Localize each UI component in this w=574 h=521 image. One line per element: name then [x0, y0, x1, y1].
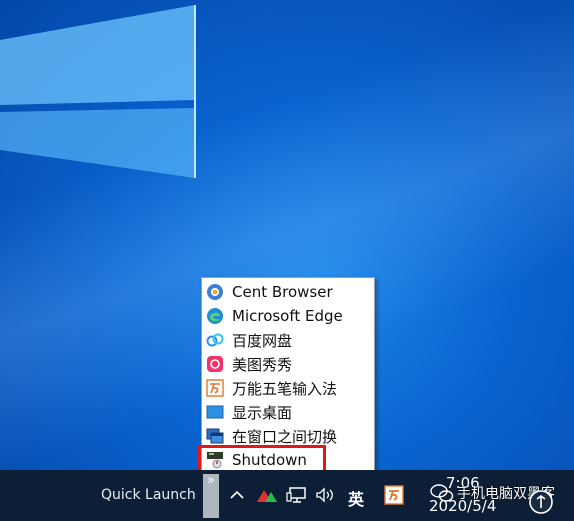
menu-item-label: Cent Browser [232, 283, 333, 301]
notification-button[interactable] [528, 489, 554, 515]
menu-item-label: 显示桌面 [232, 403, 293, 422]
menu-item-label: 在窗口之间切换 [232, 427, 338, 446]
volume-icon[interactable] [315, 486, 337, 504]
baidu-netdisk-icon [206, 331, 224, 349]
quick-launch-chevron-button[interactable]: » [203, 474, 219, 518]
menu-item-show-desktop[interactable]: 显示桌面 [203, 400, 373, 424]
show-hidden-icons-button[interactable] [229, 487, 245, 503]
ime-language-indicator[interactable]: 英 [348, 486, 364, 510]
meitu-icon [206, 355, 224, 373]
notification-icon [529, 490, 553, 514]
menu-item-baidu-netdisk[interactable]: 百度网盘 [203, 328, 373, 352]
mountain-logo-icon [257, 490, 277, 502]
windows-logo-icon [0, 5, 196, 178]
chevron-up-icon [230, 490, 244, 499]
tray-app-icon[interactable] [256, 486, 278, 504]
menu-item-label: Microsoft Edge [232, 307, 343, 325]
quick-launch-menu: Cent Browser Microsoft Edge 百度网盘 美图秀秀 万能… [201, 277, 375, 471]
menu-item-meitu[interactable]: 美图秀秀 [203, 352, 373, 376]
menu-item-microsoft-edge[interactable]: Microsoft Edge [203, 304, 373, 328]
wubi-ime-tray-icon[interactable] [383, 485, 405, 505]
wanneng-wubi-icon [206, 379, 224, 397]
wechat-icon [430, 484, 454, 502]
menu-item-label: 美图秀秀 [232, 355, 293, 374]
menu-item-label: 万能五笔输入法 [232, 379, 338, 398]
quick-launch-label[interactable]: Quick Launch [101, 487, 196, 503]
show-desktop-icon [206, 403, 224, 421]
double-chevron-icon: » [207, 473, 215, 488]
menu-item-label: 百度网盘 [232, 331, 293, 350]
cent-browser-icon [206, 283, 224, 301]
switch-windows-icon [206, 427, 224, 445]
menu-item-wanneng-wubi[interactable]: 万能五笔输入法 [203, 376, 373, 400]
edge-icon [206, 307, 224, 325]
menu-item-cent-browser[interactable]: Cent Browser [203, 280, 373, 304]
network-icon[interactable] [286, 486, 308, 504]
